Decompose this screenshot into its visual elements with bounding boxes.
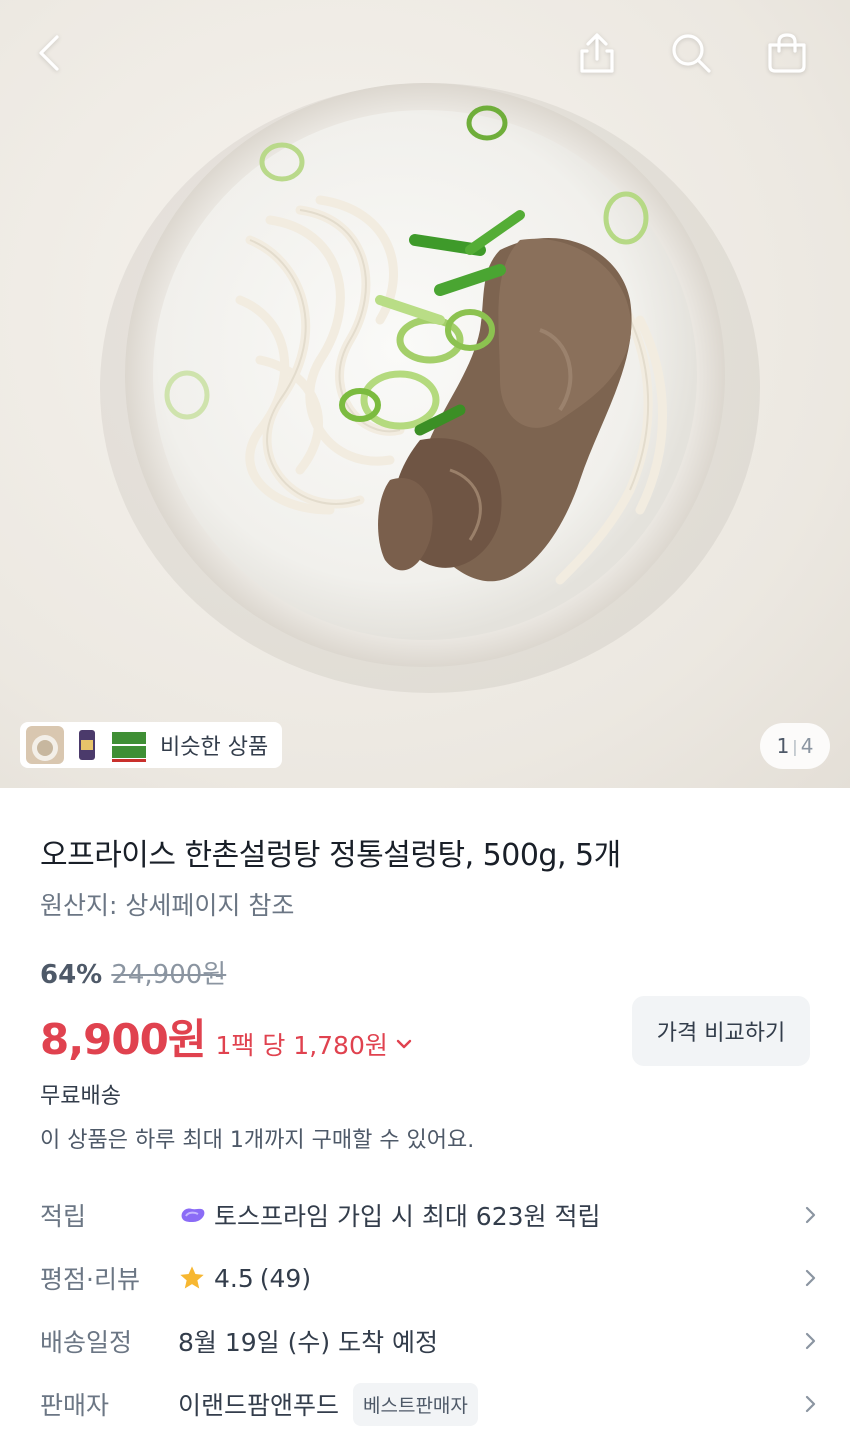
original-price: 24,900원 [111, 960, 227, 990]
price-row: 8,900원 1팩 당 1,780원 [40, 1006, 412, 1067]
share-button[interactable] [572, 28, 622, 78]
chevron-left-icon [39, 35, 59, 71]
compare-price-button[interactable]: 가격 비교하기 [632, 996, 810, 1066]
similar-products-button[interactable]: 비슷한 상품 [20, 722, 283, 768]
seller-name: 이랜드팜앤푸드 [178, 1391, 340, 1420]
rating-score: 4.5 [214, 1263, 254, 1293]
similar-thumb-1 [26, 726, 64, 764]
discount-row: 64% 24,900원 [40, 954, 226, 991]
discount-rate: 64% [40, 960, 103, 990]
pager-current: 1 [776, 734, 790, 758]
chevron-right-icon [805, 1395, 816, 1413]
shopping-bag-icon [768, 33, 806, 73]
points-value: 토스프라임 가입 시 최대 623원 적립 [214, 1202, 601, 1231]
share-icon [580, 33, 614, 73]
purchase-limit-notice: 이 상품은 하루 최대 1개까지 구매할 수 있어요. [40, 1128, 475, 1153]
chevron-right-icon [805, 1206, 816, 1224]
delivery-row[interactable]: 배송일정 8월 19일 (수) 도착 예정 [40, 1311, 820, 1371]
toss-prime-icon [181, 1208, 205, 1222]
seller-row[interactable]: 판매자 이랜드팜앤푸드 베스트판매자 [40, 1374, 820, 1431]
chevron-right-icon [805, 1269, 816, 1287]
search-button[interactable] [666, 28, 716, 78]
similar-thumb-3 [110, 726, 148, 764]
image-pager: 1 | 4 [760, 723, 830, 769]
rating-label: 평점·리뷰 [40, 1265, 140, 1294]
top-navigation-bar [0, 0, 850, 110]
search-icon [672, 34, 711, 73]
best-seller-badge: 베스트판매자 [353, 1382, 478, 1426]
back-button[interactable] [25, 28, 75, 78]
points-label: 적립 [40, 1202, 87, 1231]
similar-products-label: 비슷한 상품 [160, 735, 269, 760]
chevron-right-icon [805, 1332, 816, 1350]
product-title: 오프라이스 한촌설렁탕 정통설렁탕, 500g, 5개 [40, 838, 621, 873]
seller-label: 판매자 [40, 1391, 110, 1420]
points-row[interactable]: 적립 토스프라임 가입 시 최대 623원 적립 [40, 1185, 820, 1245]
delivery-label: 배송일정 [40, 1328, 133, 1357]
pager-separator: | [792, 736, 798, 756]
rating-row[interactable]: 평점·리뷰 4.5 (49) [40, 1248, 820, 1308]
review-count: (49) [259, 1263, 312, 1293]
soup-bowl-photo [100, 83, 760, 693]
shipping-info: 무료배송 [40, 1084, 121, 1109]
star-icon [180, 1266, 204, 1289]
unit-price: 1팩 당 1,780원 [215, 1031, 388, 1060]
cart-button[interactable] [762, 28, 812, 78]
similar-thumb-2 [72, 726, 102, 764]
chevron-down-icon [396, 1039, 412, 1049]
product-image[interactable] [0, 0, 850, 788]
product-origin: 원산지: 상세페이지 참조 [40, 891, 295, 920]
pager-total: 4 [800, 734, 814, 758]
unit-price-toggle[interactable]: 1팩 당 1,780원 [216, 1026, 412, 1062]
delivery-date: 8월 19일 (수) 도착 예정 [178, 1328, 439, 1357]
sale-price: 8,900원 [40, 1015, 206, 1064]
